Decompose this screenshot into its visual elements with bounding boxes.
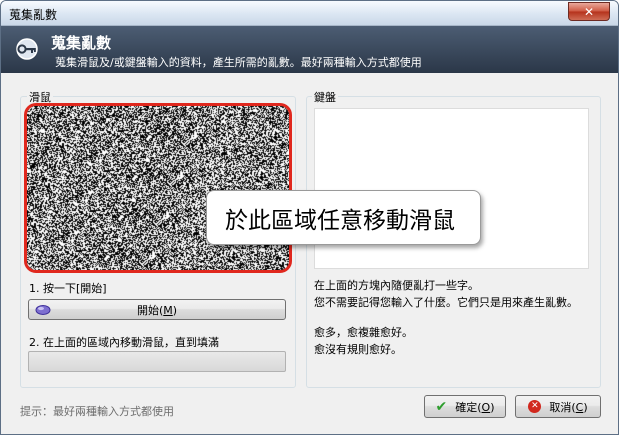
step2-label: 2. 在上面的區域內移動滑鼠，直到填滿 <box>29 336 219 349</box>
hint-text: 提示：最好兩種輸入方式都使用 <box>20 405 174 418</box>
close-button[interactable]: ✕ <box>568 2 610 21</box>
instruction-callout: 於此區域任意移動滑鼠 <box>206 190 481 245</box>
entropy-progress-bar <box>28 351 286 372</box>
header-banner: 蒐集亂數 蒐集滑鼠及/或鍵盤輸入的資料，產生所需的亂數。最好兩種輸入方式都使用 <box>1 26 618 73</box>
step1-label: 1. 按一下[開始] <box>29 282 107 295</box>
callout-text: 於此區域任意移動滑鼠 <box>225 207 455 234</box>
random-dialog-window: 蒐集亂數 ✕ 蒐集亂數 蒐集滑鼠及/或鍵盤輸入的資料，產生所需的亂數。最好兩種輸… <box>0 0 619 435</box>
mouse-icon <box>35 305 51 315</box>
keyboard-group-label: 鍵盤 <box>312 89 338 105</box>
cancel-icon: ✕ <box>528 400 542 413</box>
noise-canvas <box>27 106 289 270</box>
checkmark-icon: ✔ <box>435 398 448 415</box>
start-button-label: 開始(M) <box>136 303 178 317</box>
window-title: 蒐集亂數 <box>9 8 58 22</box>
title-bar[interactable]: 蒐集亂數 ✕ <box>1 1 618 26</box>
cancel-button[interactable]: ✕ 取消(C) <box>515 395 601 418</box>
keyboard-info-line: 愈多，愈複雜愈好。 <box>314 326 413 339</box>
cancel-button-label: 取消(C) <box>549 400 588 414</box>
header-title: 蒐集亂數 <box>51 34 112 52</box>
keyboard-info-line: 在上面的方塊內隨便亂打一些字。 <box>314 279 479 292</box>
keyboard-info-line: 您不需要記得您輸入了什麼。它們只是用來產生亂數。 <box>314 296 578 309</box>
ok-button-label: 確定(O) <box>455 400 495 414</box>
ok-button[interactable]: ✔ 確定(O) <box>424 395 506 418</box>
header-description: 蒐集滑鼠及/或鍵盤輸入的資料，產生所需的亂數。最好兩種輸入方式都使用 <box>55 56 422 69</box>
start-button[interactable]: 開始(M) <box>28 299 286 320</box>
keyboard-info-line: 愈沒有規則愈好。 <box>314 343 402 356</box>
mouse-entropy-area[interactable] <box>24 103 292 273</box>
close-icon: ✕ <box>583 4 595 19</box>
key-icon <box>16 38 38 60</box>
